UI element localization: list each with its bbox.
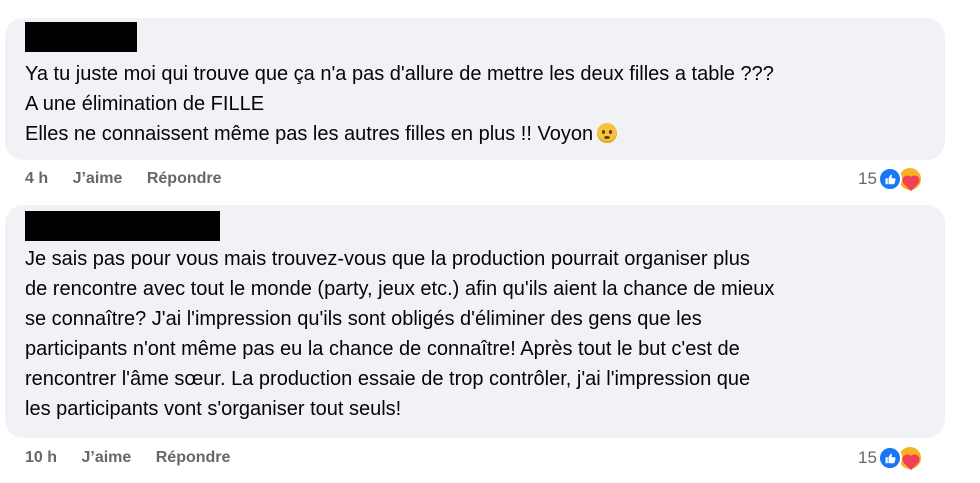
like-button[interactable]: J’aime [81, 447, 131, 469]
reply-button[interactable]: Répondre [147, 168, 222, 190]
comment-text-line: A une élimination de FILLE [25, 93, 265, 115]
comment-text-line: Je sais pas pour vous mais trouvez-vous … [25, 248, 750, 270]
comment-text-line: rencontrer l'âme sœur. La production ess… [25, 368, 751, 390]
like-icon [877, 167, 902, 191]
reply-button[interactable]: Répondre [156, 447, 231, 469]
comment-text-segment: Elles ne connaissent même pas les autres… [25, 123, 594, 145]
comment-timestamp[interactable]: 4 h [25, 168, 48, 190]
comment-timestamp[interactable]: 10 h [25, 447, 57, 469]
reactions-summary[interactable]: 15 [858, 445, 923, 471]
comment-text-line: les participants vont s'organiser tout s… [25, 398, 402, 420]
reaction-count: 15 [858, 169, 877, 188]
comment-actions: 4 h J’aime Répondre [25, 168, 242, 190]
comment-bubble: Ya tu juste moi qui trouve que ça n'a pa… [5, 18, 945, 160]
comment-text-line: Ya tu juste moi qui trouve que ça n'a pa… [25, 63, 774, 85]
comment-text: Je sais pas pour vous mais trouvez-vous … [25, 244, 930, 424]
redacted-author-name [25, 211, 220, 241]
comment-bubble: Je sais pas pour vous mais trouvez-vous … [5, 205, 945, 438]
flushed-face-icon [597, 123, 618, 143]
reaction-count: 15 [858, 448, 877, 467]
like-button[interactable]: J’aime [73, 168, 123, 190]
reactions-summary[interactable]: 15 [858, 166, 923, 192]
redacted-author-name [25, 22, 137, 52]
comment-text-line: de rencontre avec tout le monde (party, … [25, 278, 775, 300]
comment-text: Ya tu juste moi qui trouve que ça n'a pa… [25, 59, 930, 149]
comment-text-line: se connaître? J'ai l'impression qu'ils s… [25, 308, 702, 330]
like-icon [877, 446, 902, 470]
comment-actions: 10 h J’aime Répondre [25, 447, 250, 469]
comment-text-line: Elles ne connaissent même pas les autres… [25, 119, 930, 149]
comment-text-line: participants n'ont même pas eu la chance… [25, 338, 740, 360]
